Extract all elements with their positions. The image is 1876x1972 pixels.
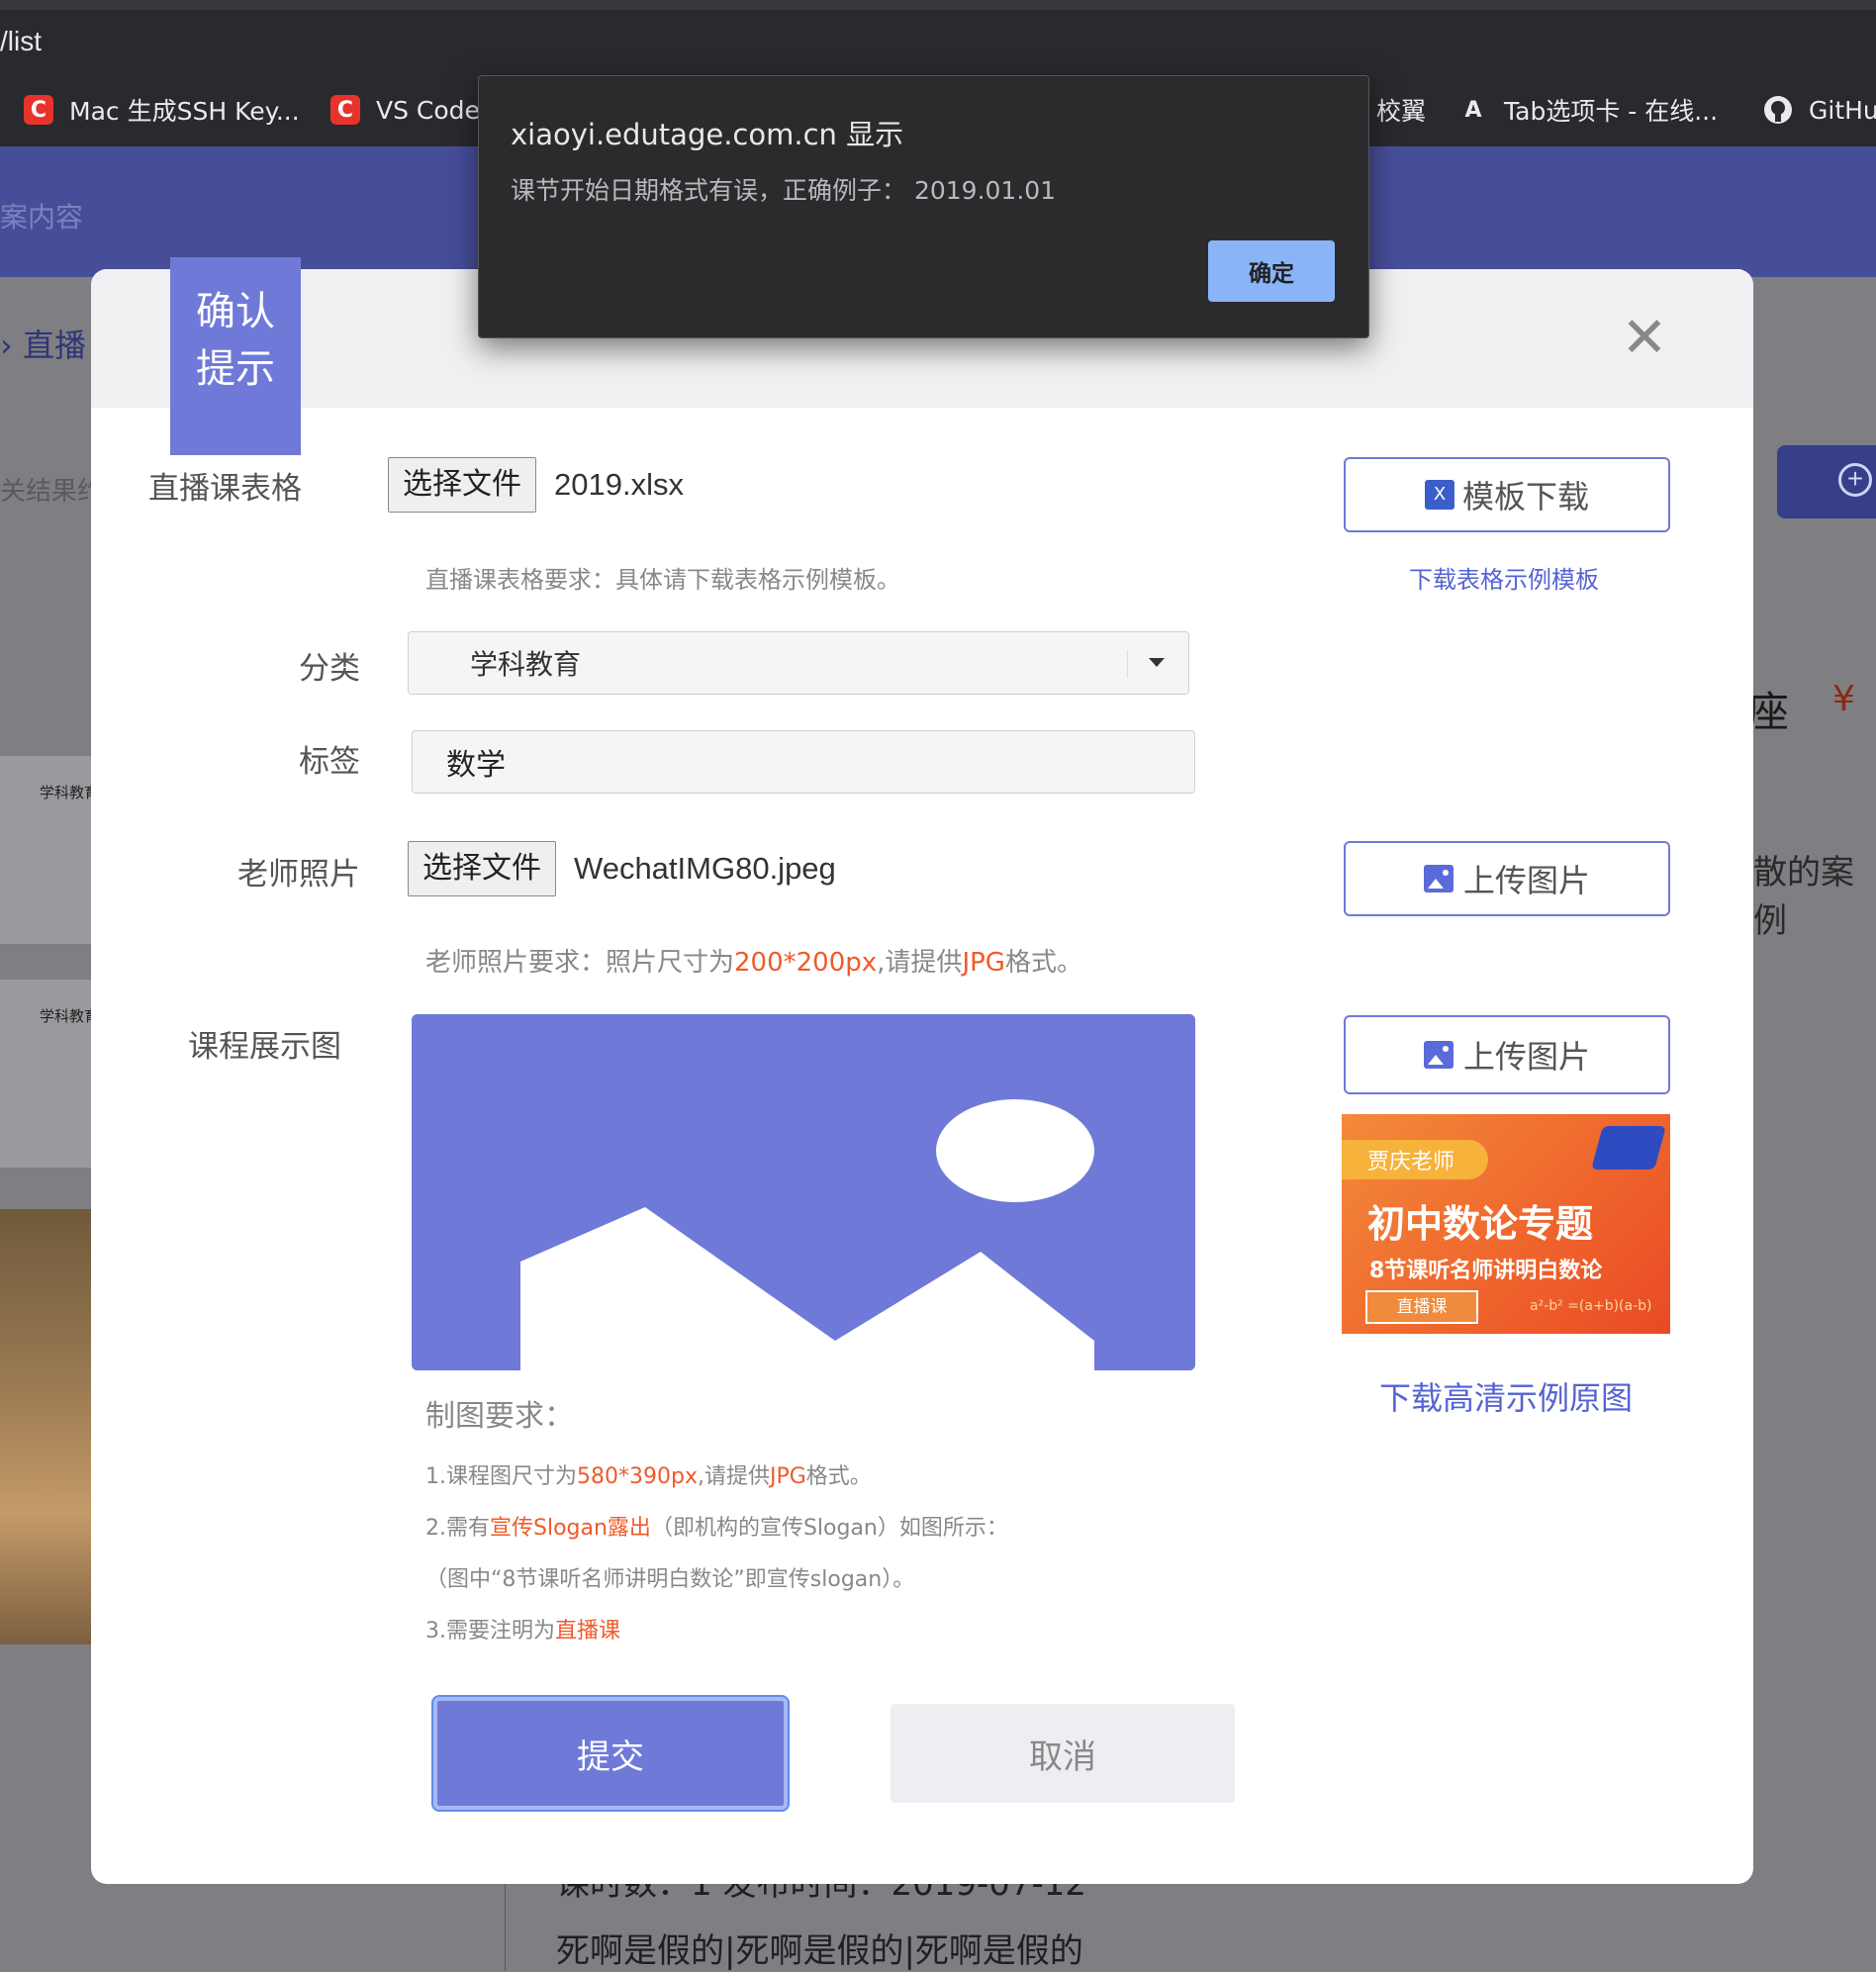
image-icon <box>1423 1041 1454 1069</box>
category-label: 分类 <box>299 651 360 687</box>
c-icon: C <box>330 95 360 125</box>
tag-input[interactable]: 数学 <box>412 730 1195 794</box>
hint-text: 2.需有 <box>425 1516 490 1541</box>
address-bar-text: /list <box>0 26 42 56</box>
alert-ok-button[interactable]: 确定 <box>1208 240 1335 302</box>
hint-text: ,请提供 <box>877 948 963 978</box>
alert-title: xiaoyi.edutage.com.cn 显示 <box>511 118 904 151</box>
hint-highlight: 宣传Slogan露出 <box>490 1516 651 1541</box>
cancel-button[interactable]: 取消 <box>891 1704 1235 1803</box>
promo-formula: a²-b² =(a+b)(a-b) <box>1530 1298 1652 1314</box>
bookmark-item[interactable]: A Tab选项卡 - 在线... <box>1458 93 1718 127</box>
category-select[interactable]: 学科教育 <box>408 631 1189 695</box>
course-image-preview[interactable] <box>412 1014 1195 1370</box>
teacher-photo-label: 老师照片 <box>237 857 360 892</box>
add-button[interactable]: + <box>1777 445 1876 518</box>
hint-text: 老师照片要求：照片尺寸为 <box>425 948 735 978</box>
results-hint: 关结果约 <box>0 477 104 507</box>
excel-icon: X <box>1424 480 1454 510</box>
caret-down-icon <box>1149 658 1165 667</box>
github-icon <box>1763 95 1793 125</box>
breadcrumb[interactable]: › 直播 <box>0 321 86 366</box>
address-bar[interactable] <box>0 10 1876 73</box>
background-image <box>0 1209 91 1644</box>
promo-slogan: 8节课听名师讲明白数论 <box>1369 1259 1603 1283</box>
promo-title: 初中数论专题 <box>1367 1202 1594 1246</box>
alert-dialog: xiaoyi.edutage.com.cn 显示 课节开始日期格式有误，正确例子… <box>478 75 1369 338</box>
divider <box>1127 650 1128 678</box>
teacher-photo-file-name: WechatIMG80.jpeg <box>574 851 836 886</box>
alert-message: 课节开始日期格式有误，正确例子： 2019.01.01 <box>511 176 1057 205</box>
hint-highlight: 580*390px <box>577 1464 698 1489</box>
requirement-2: 2.需有宣传Slogan露出（即机构的宣传Slogan）如图所示： <box>425 1510 1008 1542</box>
requirement-3: 3.需要注明为直播课 <box>425 1613 620 1644</box>
bookmark-item[interactable]: C VS Code <box>330 93 480 127</box>
hint-highlight: 直播课 <box>555 1619 621 1643</box>
bottom-course-title: 死啊是假的|死啊是假的|死啊是假的 <box>556 1931 1083 1971</box>
image-placeholder-icon <box>412 1014 1195 1370</box>
bookmark-label: VS Code <box>376 95 480 125</box>
teacher-photo-file-button[interactable]: 选择文件 <box>408 841 556 896</box>
table-hint: 直播课表格要求：具体请下载表格示例模板。 <box>425 566 900 594</box>
ribbon-text: 确认 提示 <box>170 283 301 398</box>
hint-highlight: JPG <box>769 1464 806 1489</box>
close-icon[interactable]: ✕ <box>1615 309 1674 368</box>
hint-highlight: JPG <box>962 948 1005 978</box>
hint-text: （即机构的宣传Slogan）如图所示： <box>650 1516 1008 1541</box>
browser-tabstrip <box>0 0 1876 10</box>
breadcrumb-item: 直播 <box>22 327 86 364</box>
hint-text: ,请提供 <box>697 1464 770 1489</box>
table-file-name: 2019.xlsx <box>554 467 684 502</box>
requirements-title: 制图要求： <box>425 1399 574 1434</box>
chevron-right-icon: › <box>0 327 13 364</box>
upload-photo-button[interactable]: 上传图片 <box>1344 841 1670 916</box>
table-file-button[interactable]: 选择文件 <box>388 457 536 513</box>
requirement-2-note: （图中“8节课听名师讲明白数论”即宣传slogan）。 <box>425 1567 915 1592</box>
hint-text: 3.需要注明为 <box>425 1619 555 1643</box>
bookmark-label: Tab选项卡 - 在线... <box>1504 97 1719 126</box>
template-download-button[interactable]: X 模板下载 <box>1344 457 1670 532</box>
hint-text: 格式。 <box>805 1464 872 1489</box>
upload-course-image-label: 上传图片 <box>1462 1038 1590 1076</box>
upload-photo-label: 上传图片 <box>1462 862 1590 899</box>
promo-badge: 直播课 <box>1365 1290 1478 1324</box>
submit-button[interactable]: 提交 <box>433 1697 788 1810</box>
template-download-label: 模板下载 <box>1461 478 1589 516</box>
font-icon: A <box>1464 97 1482 123</box>
divider <box>505 1884 506 1971</box>
requirement-1: 1.课程图尺寸为580*390px,请提供JPG格式。 <box>425 1458 872 1490</box>
course-desc-fragment: 散的案例 <box>1753 853 1854 941</box>
page-header-text: 案内容 <box>0 201 84 234</box>
example-promo-image: 贾庆老师 初中数论专题 8节课听名师讲明白数论 直播课 a²-b² =(a+b)… <box>1342 1114 1670 1334</box>
image-icon <box>1423 865 1454 892</box>
tag-value: 数学 <box>446 748 506 783</box>
table-label: 直播课表格 <box>148 471 302 507</box>
brand-logo <box>1591 1126 1666 1170</box>
c-icon: C <box>24 95 53 125</box>
promo-teacher: 贾庆老师 <box>1367 1150 1455 1174</box>
bookmark-item[interactable]: C Mac 生成SSH Key... <box>24 93 300 127</box>
tag-label: 标签 <box>299 744 360 780</box>
bookmark-label: GitHu <box>1809 95 1876 125</box>
bookmark-label: - 校翼 <box>1360 97 1426 126</box>
ribbon-line: 确认 <box>196 289 275 334</box>
course-title-fragment: 座 <box>1747 688 1790 736</box>
course-image-label: 课程展示图 <box>188 1029 341 1065</box>
hint-text: 格式。 <box>1004 948 1082 978</box>
category-value: 学科教育 <box>470 648 582 681</box>
photo-hint: 老师照片要求：照片尺寸为200*200px,请提供JPG格式。 <box>425 942 1082 979</box>
bookmark-label: Mac 生成SSH Key... <box>69 97 300 126</box>
bookmark-item[interactable]: GitHu <box>1763 93 1876 127</box>
template-example-link[interactable]: 下载表格示例模板 <box>1409 560 1599 595</box>
hd-example-link[interactable]: 下载高清示例原图 <box>1379 1373 1633 1419</box>
hint-text: 1.课程图尺寸为 <box>425 1464 577 1489</box>
upload-course-image-button[interactable]: 上传图片 <box>1344 1015 1670 1094</box>
hint-highlight: 200*200px <box>734 948 878 978</box>
ribbon-tail <box>170 416 301 455</box>
plus-icon: + <box>1838 463 1872 497</box>
bookmark-item[interactable]: - 校翼 <box>1360 93 1426 127</box>
price-fragment: ¥ <box>1832 679 1855 719</box>
ribbon-line: 提示 <box>196 346 275 392</box>
